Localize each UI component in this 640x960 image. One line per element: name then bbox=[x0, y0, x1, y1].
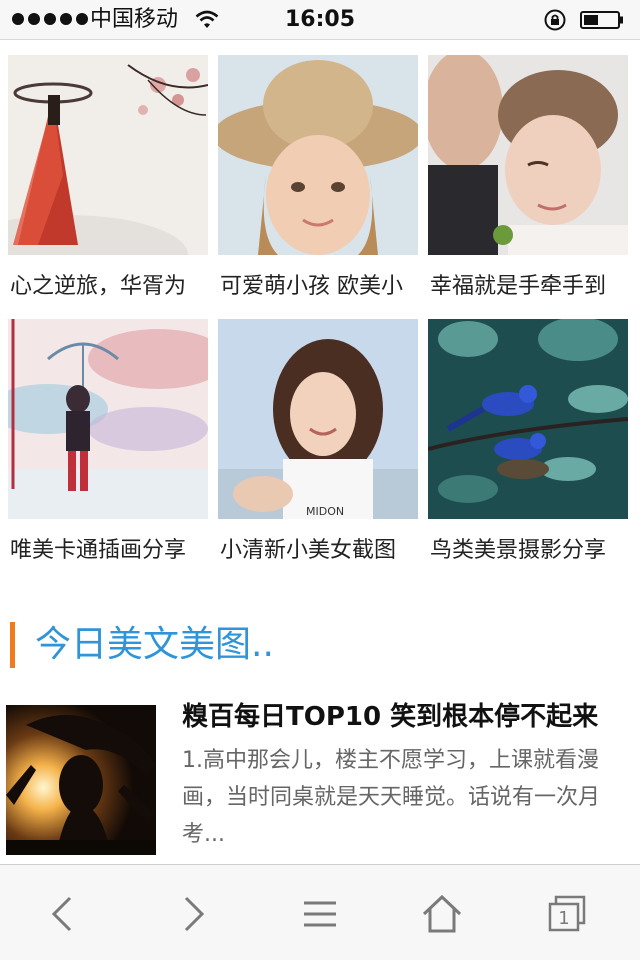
ink-painting-image[interactable] bbox=[8, 55, 208, 255]
anime-illustration-image[interactable] bbox=[8, 319, 208, 519]
gallery-caption[interactable]: 唯美卡通插画分享 bbox=[10, 537, 215, 565]
section-title: 今日美文美图.. bbox=[10, 622, 274, 668]
gallery-caption[interactable]: 小清新小美女截图 bbox=[220, 537, 425, 565]
home-icon bbox=[422, 894, 462, 933]
browser-toolbar: 1 bbox=[0, 864, 640, 960]
battery-icon bbox=[580, 11, 623, 29]
tabs-icon: 1 bbox=[548, 895, 586, 932]
menu-button[interactable] bbox=[295, 889, 345, 939]
gallery-caption[interactable]: 可爱萌小孩 欧美小 bbox=[220, 273, 425, 301]
back-arrow-icon bbox=[51, 896, 72, 932]
tabs-button[interactable]: 1 bbox=[542, 889, 592, 939]
status-bar: 中国移动 16:05 bbox=[0, 0, 640, 40]
menu-icon bbox=[304, 901, 336, 927]
tabs-count: 1 bbox=[558, 908, 569, 929]
back-button[interactable] bbox=[38, 889, 88, 939]
svg-text:MIDON: MIDON bbox=[306, 505, 344, 518]
article-excerpt[interactable]: 1.高中那会儿，楼主不愿学习，上课就看漫画，当时同桌就是天天睡觉。话说有一次月考… bbox=[182, 742, 627, 853]
rotation-lock-icon bbox=[544, 9, 566, 31]
birds-image[interactable] bbox=[428, 319, 628, 519]
young-woman-image[interactable]: MIDON bbox=[218, 319, 418, 519]
home-button[interactable] bbox=[417, 889, 467, 939]
article-thumbnail[interactable] bbox=[6, 705, 156, 855]
gallery-caption[interactable]: 幸福就是手牵手到 bbox=[430, 273, 635, 301]
gallery-caption[interactable]: 鸟类美景摄影分享 bbox=[430, 537, 635, 565]
girl-straw-hat-image[interactable] bbox=[218, 55, 418, 255]
couple-image[interactable] bbox=[428, 55, 628, 255]
forward-button[interactable] bbox=[168, 889, 218, 939]
forward-arrow-icon bbox=[184, 896, 205, 932]
article-title[interactable]: 糗百每日TOP10 笑到根本停不起来 bbox=[182, 700, 632, 734]
gallery-caption[interactable]: 心之逆旅，华胥为 bbox=[10, 273, 215, 301]
